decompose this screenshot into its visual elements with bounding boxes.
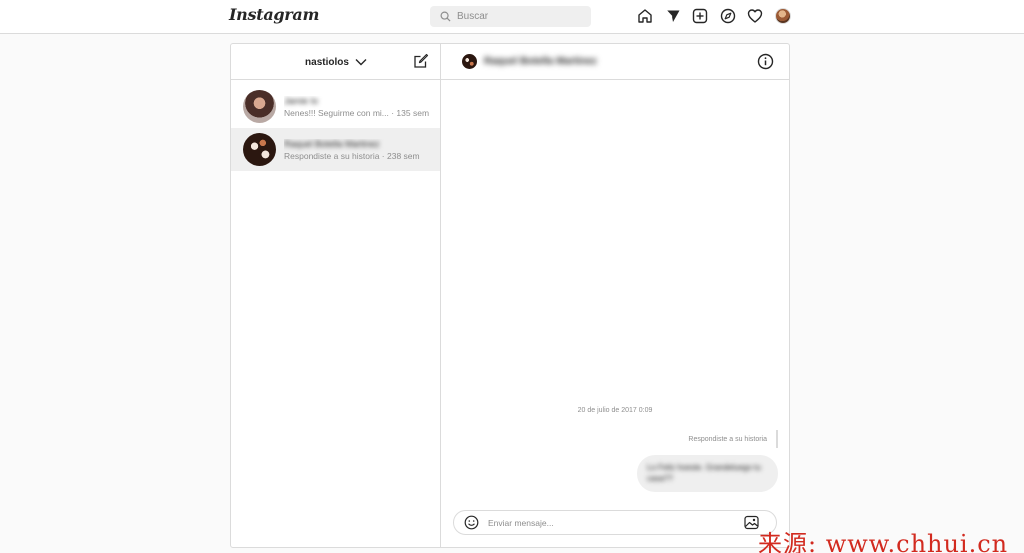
account-switcher[interactable]: nastiolos [231, 44, 441, 80]
new-post-icon[interactable] [691, 7, 709, 25]
message-input[interactable] [488, 517, 738, 528]
thread-item[interactable]: Jamie Io Nenes!!! Seguirme con mi... · 1… [231, 85, 440, 128]
message-date: 20 de julio de 2017 0:09 [577, 407, 653, 414]
thread-item-selected[interactable]: Raquel Botella Martinez Respondiste a su… [231, 128, 440, 171]
search-box[interactable] [430, 6, 591, 27]
search-icon [440, 11, 451, 22]
direct-panel: nastiolos Jamie Io Nenes!!! Seguirme con… [230, 43, 790, 548]
avatar [243, 90, 276, 123]
thread-name: Raquel Botella Martinez [284, 138, 380, 149]
info-icon[interactable] [757, 53, 774, 70]
avatar [774, 8, 791, 24]
thread-preview: Respondiste a su historia · 238 sem [284, 150, 420, 161]
new-message-icon[interactable] [413, 53, 429, 69]
thread-name: Jamie Io [284, 95, 319, 106]
direct-icon[interactable] [664, 7, 682, 25]
story-reply-bar [776, 430, 778, 448]
conversation-header: Raquel Botella Martinez [441, 44, 789, 80]
home-icon[interactable] [636, 7, 654, 25]
message-text: Lo Feliz hoeste. Grandeluego tu casa?? [647, 463, 761, 483]
image-upload-icon[interactable] [744, 515, 759, 530]
contact-name[interactable]: Raquel Botella Martinez [484, 56, 597, 67]
conversation-pane: Raquel Botella Martinez 20 de julio de 2… [441, 44, 789, 547]
emoji-icon[interactable] [464, 515, 479, 530]
instagram-logo[interactable]: Instagram [229, 5, 319, 24]
source-watermark: 来源: www.chhui.cn [758, 530, 1009, 553]
avatar[interactable] [462, 54, 477, 69]
story-reply-label: Respondiste a su historia [688, 436, 767, 443]
explore-icon[interactable] [719, 7, 737, 25]
inbox-sidebar: nastiolos Jamie Io Nenes!!! Seguirme con… [231, 44, 441, 547]
message-composer [453, 510, 777, 535]
account-name: nastiolos [305, 56, 349, 68]
chevron-down-icon [355, 58, 367, 66]
top-nav-bar: Instagram [0, 0, 1024, 34]
thread-preview: Nenes!!! Seguirme con mi... · 135 sem [284, 107, 430, 118]
search-input[interactable] [457, 11, 577, 22]
activity-heart-icon[interactable] [746, 7, 764, 25]
nav-icons [636, 7, 801, 25]
inbox-header: nastiolos [231, 44, 440, 80]
message-bubble[interactable]: Lo Feliz hoeste. Grandeluego tu casa?? [637, 455, 778, 492]
profile-avatar[interactable] [774, 7, 792, 25]
avatar [243, 133, 276, 166]
